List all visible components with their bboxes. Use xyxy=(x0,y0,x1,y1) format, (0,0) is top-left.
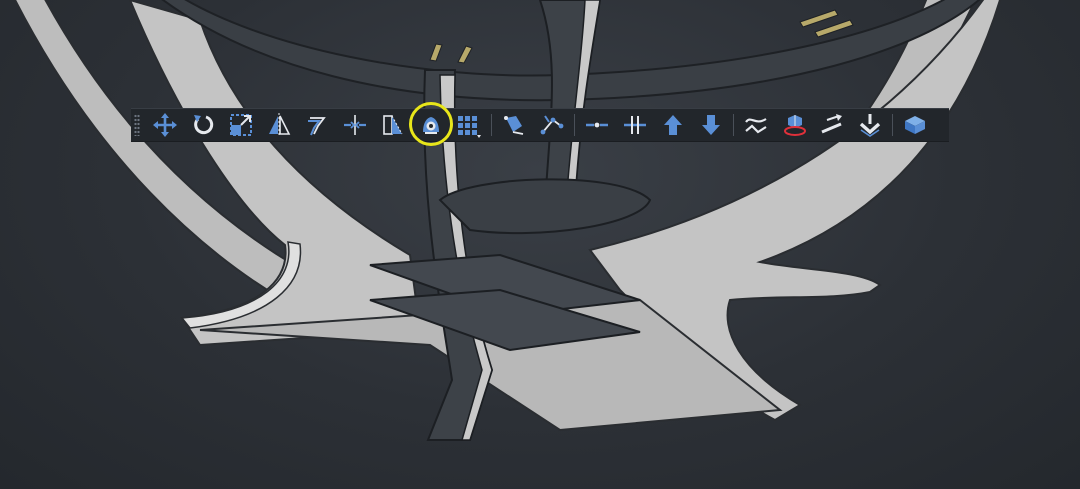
draft-to-sketch-icon xyxy=(821,114,842,134)
draft-to-sketch-button[interactable] xyxy=(813,109,851,141)
working-plane-button[interactable] xyxy=(896,109,934,141)
shape-2d-view-icon xyxy=(784,115,806,136)
upgrade-button[interactable] xyxy=(654,109,692,141)
clone-icon xyxy=(423,117,439,134)
wire-to-bspline-icon xyxy=(745,118,767,134)
trimex-icon xyxy=(344,115,366,135)
toolbar-separator xyxy=(491,114,492,136)
rotate-button[interactable] xyxy=(184,109,222,141)
edit-button[interactable] xyxy=(533,109,571,141)
offset-button[interactable] xyxy=(298,109,336,141)
mirror-icon xyxy=(269,113,291,137)
toolbar-grip-handle[interactable] xyxy=(134,114,140,136)
sub-elements-icon xyxy=(504,116,524,135)
array-path-icon xyxy=(859,114,881,137)
clone-button[interactable] xyxy=(412,109,450,141)
draft-modification-toolbar xyxy=(131,108,949,142)
edit-icon xyxy=(540,115,564,135)
move-icon xyxy=(153,113,177,137)
trimex-button[interactable] xyxy=(336,109,374,141)
working-plane-icon xyxy=(905,116,925,134)
scale-icon xyxy=(230,114,252,136)
toolbar-separator xyxy=(733,114,734,136)
offset-icon xyxy=(308,117,326,136)
wire-to-bspline-button[interactable] xyxy=(737,109,775,141)
array-path-button[interactable] xyxy=(851,109,889,141)
rotate-icon xyxy=(194,115,214,135)
3d-viewport[interactable] xyxy=(0,0,1080,489)
join-button[interactable] xyxy=(578,109,616,141)
downgrade-icon xyxy=(702,115,720,135)
toolbar-separator xyxy=(892,114,893,136)
move-button[interactable] xyxy=(146,109,184,141)
toolbar-separator xyxy=(574,114,575,136)
downgrade-button[interactable] xyxy=(692,109,730,141)
join-icon xyxy=(586,122,608,128)
array-button[interactable] xyxy=(450,109,488,141)
sub-elements-button[interactable] xyxy=(495,109,533,141)
split-button[interactable] xyxy=(616,109,654,141)
shape-2d-view-button[interactable] xyxy=(775,109,813,141)
split-icon xyxy=(624,116,646,134)
stretch-icon xyxy=(383,115,403,135)
mirror-button[interactable] xyxy=(260,109,298,141)
stretch-button[interactable] xyxy=(374,109,412,141)
upgrade-icon xyxy=(664,115,682,135)
scale-button[interactable] xyxy=(222,109,260,141)
model-center-disc xyxy=(438,178,652,235)
array-icon xyxy=(458,116,481,138)
